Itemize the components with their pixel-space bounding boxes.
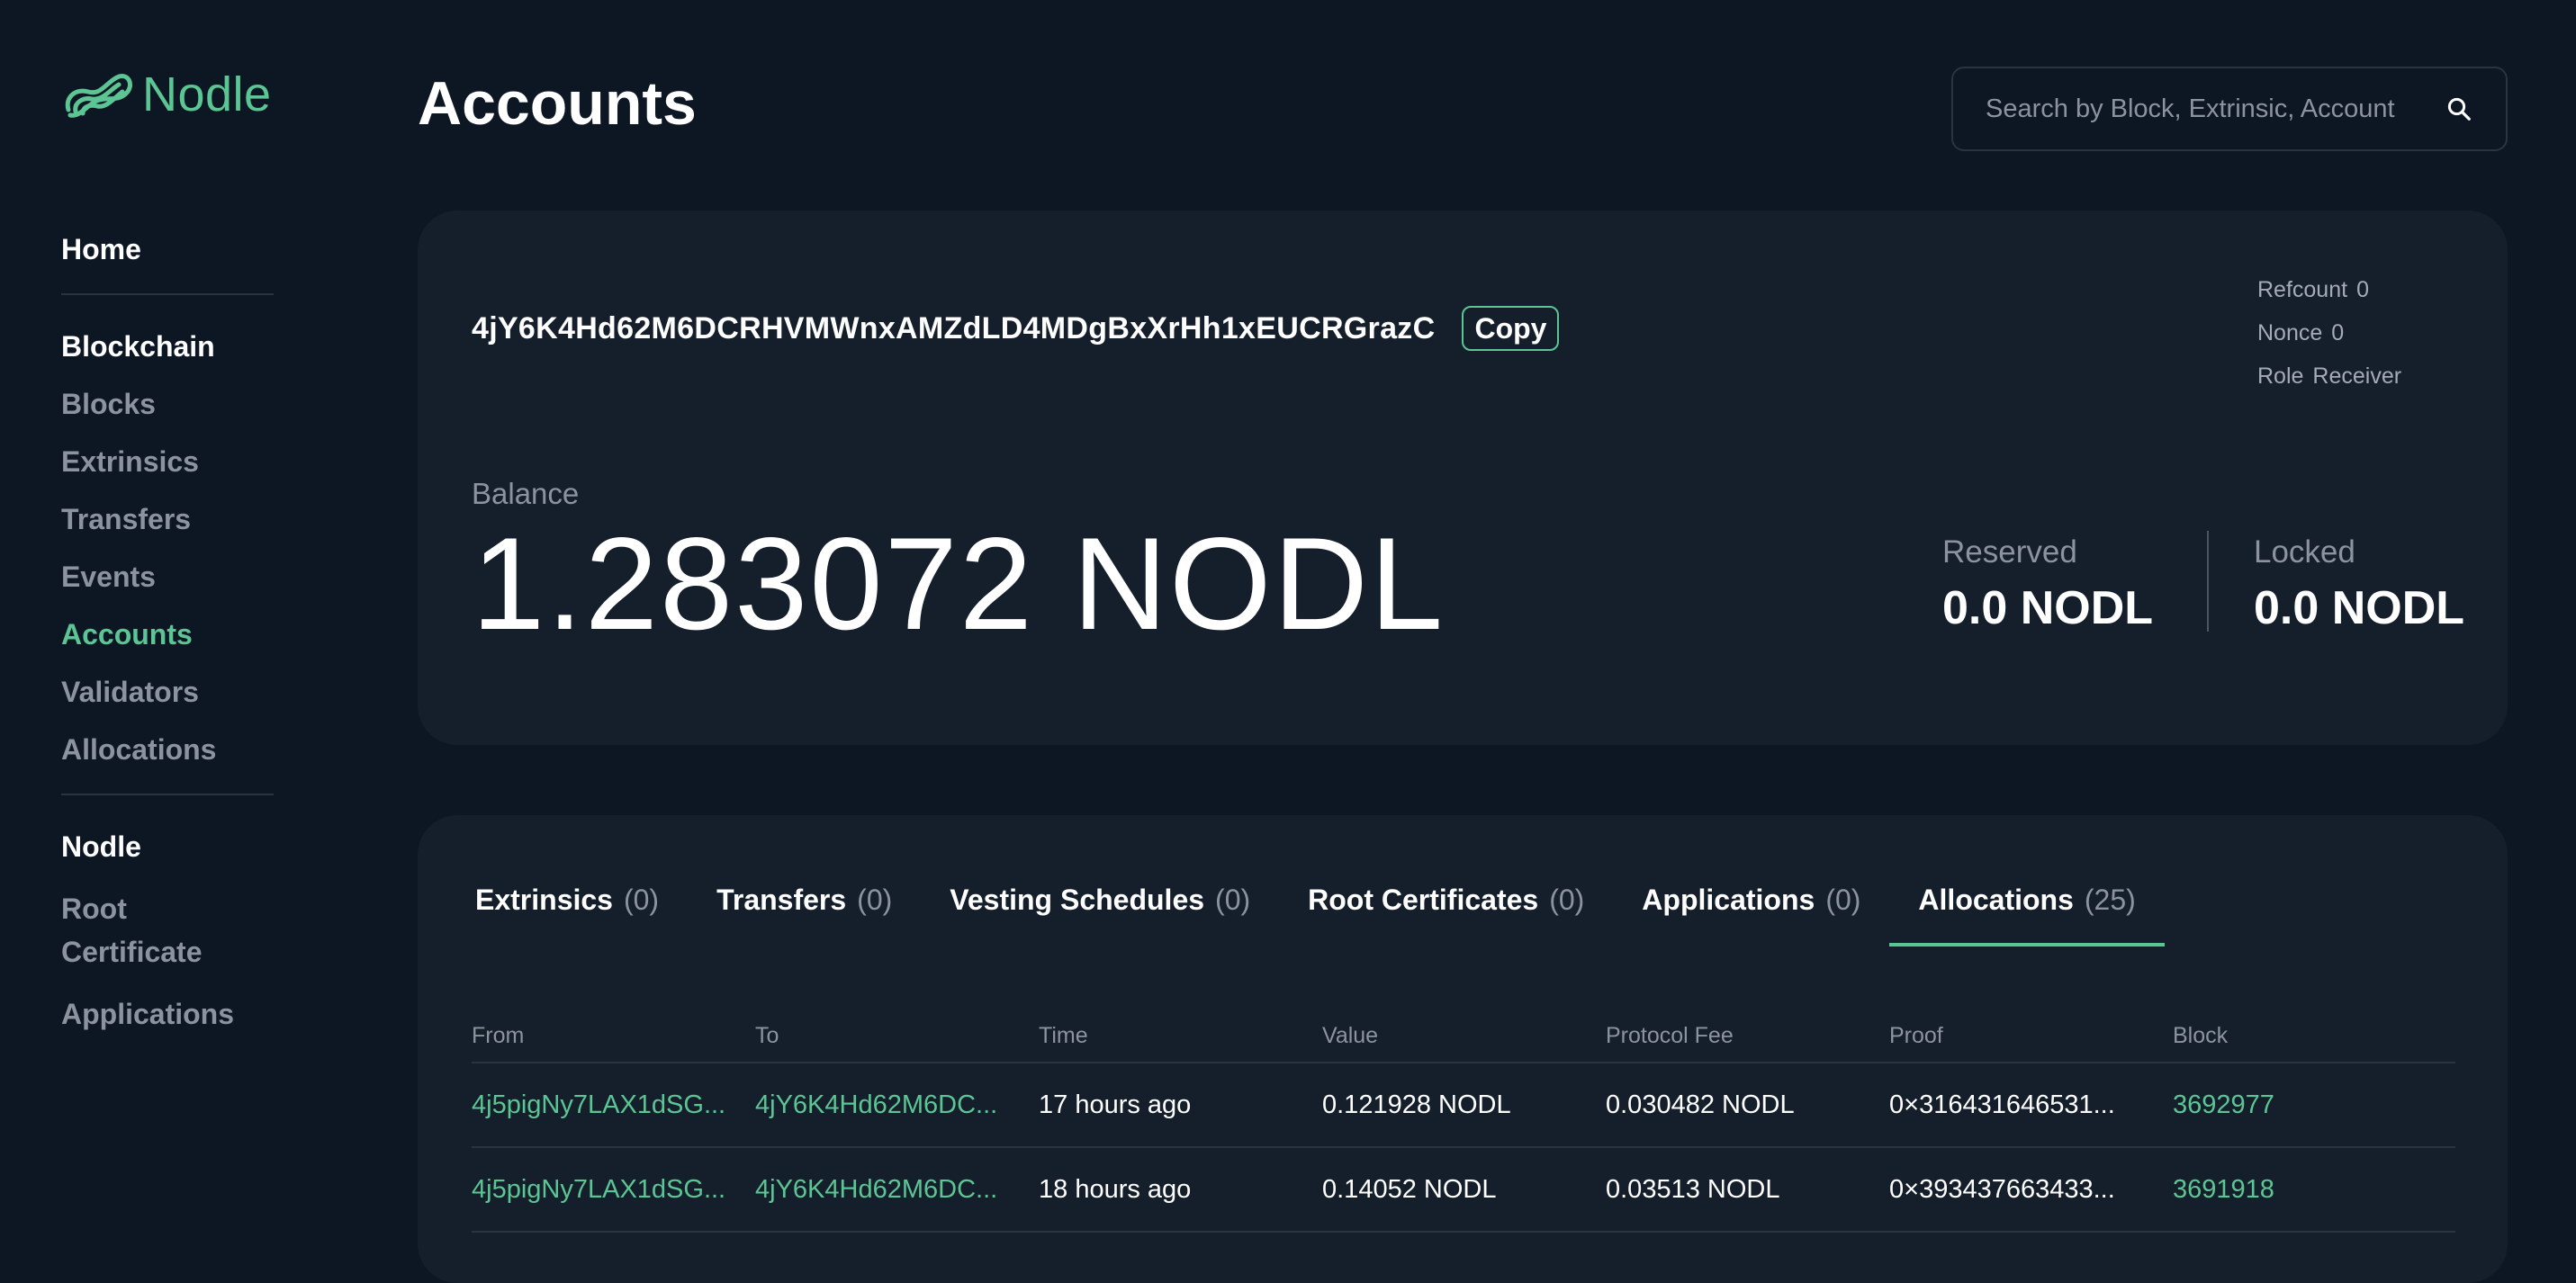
tab-transfers[interactable]: Transfers (0) [688,873,921,947]
page-title: Accounts [418,69,697,138]
nav-item-blocks[interactable]: Blocks [61,387,274,421]
reserved-value: 0.0 NODL [1942,582,2154,634]
table-row: 4j5pigNy7LAX1dSG... 4jY6K4Hd62M6DC... 18… [472,1147,2455,1232]
reserved-stat: Reserved 0.0 NODL [1942,534,2153,637]
nav-item-extrinsics[interactable]: Extrinsics [61,444,274,479]
protocol-fee-cell: 0.030482 NODL [1606,1090,1795,1119]
block-link[interactable]: 3691918 [2173,1147,2455,1232]
tab-label: Vesting Schedules [950,884,1205,916]
refcount-value: 0 [2356,277,2369,302]
account-details-card: Extrinsics (0) Transfers (0) Vesting Sched… [418,815,2508,1283]
table-header-row: From To Time Value Protocol Fee Proof Bl… [472,1009,2455,1063]
nav-item-allocations[interactable]: Allocations [61,732,274,767]
to-link[interactable]: 4jY6K4Hd62M6DC... [755,1063,1039,1147]
proof-cell: 0×316431646531... [1889,1090,2115,1119]
nav-home[interactable]: Home [61,232,274,266]
stat-divider [2207,531,2209,632]
value-cell: 0.121928 NODL [1322,1090,1511,1119]
from-link[interactable]: 4j5pigNy7LAX1dSG... [472,1063,755,1147]
search-box[interactable] [1951,67,2508,151]
nav-heading-blockchain: Blockchain [61,330,215,363]
tab-label: Allocations [1918,884,2074,916]
nav-item-accounts[interactable]: Accounts [61,617,274,651]
account-summary-card: 4jY6K4Hd62M6DCRHVMWnxAMZdLD4MDgBxXrHh1xE… [418,211,2508,745]
role-label: Role [2257,363,2304,389]
from-link[interactable]: 4j5pigNy7LAX1dSG... [472,1147,755,1232]
nav-item-applications[interactable]: Applications [61,997,274,1031]
time-cell: 17 hours ago [1039,1090,1192,1119]
search-icon[interactable] [2443,93,2475,125]
tab-count: (25) [2084,884,2136,916]
proof-cell: 0×393437663433... [1889,1174,2115,1204]
tab-root-certificates[interactable]: Root Certificates (0) [1279,873,1613,947]
nonce-row: Nonce 0 [2257,311,2401,354]
value-cell: 0.14052 NODL [1322,1174,1497,1204]
tab-count: (0) [1549,884,1585,916]
sidebar-nav: Home Blockchain Blocks Extrinsics Transf… [61,232,274,1054]
block-link[interactable]: 3692977 [2173,1063,2455,1147]
reserved-label: Reserved [1942,534,2077,570]
allocations-table: From To Time Value Protocol Fee Proof Bl… [472,1009,2455,1233]
brand-name: Nodle [142,67,272,121]
brand-logo[interactable]: Nodle [61,65,272,124]
column-header-proof: Proof [1889,1022,1943,1048]
address-row: 4jY6K4Hd62M6DCRHVMWnxAMZdLD4MDgBxXrHh1xE… [472,306,1560,351]
nav-item-transfers[interactable]: Transfers [61,502,274,536]
tab-label: Root Certificates [1308,884,1539,916]
tab-bar: Extrinsics (0) Transfers (0) Vesting Sched… [446,873,2166,947]
column-header-to: To [755,1022,779,1048]
nav-item-events[interactable]: Events [61,560,274,594]
tab-count: (0) [857,884,893,916]
locked-label: Locked [2254,534,2355,570]
locked-stat: Locked 0.0 NODL [2254,534,2464,637]
tab-label: Extrinsics [475,884,613,916]
column-header-time: Time [1039,1022,1088,1048]
balance-value: 1.283072 NODL [472,510,1446,657]
column-header-block: Block [2173,1022,2229,1048]
nav-item-validators[interactable]: Validators [61,675,274,709]
copy-address-button[interactable]: Copy [1462,306,1560,351]
nav-divider [61,293,274,295]
search-input[interactable] [1984,93,2443,125]
tab-count: (0) [1215,884,1251,916]
refcount-label: Refcount [2257,277,2348,302]
tab-vesting-schedules[interactable]: Vesting Schedules (0) [921,873,1279,947]
column-header-protocol-fee: Protocol Fee [1606,1022,1734,1048]
tab-extrinsics[interactable]: Extrinsics (0) [446,873,688,947]
balance-label: Balance [472,477,580,510]
tab-count: (0) [1825,884,1861,916]
account-meta: Refcount 0 Nonce 0 Role Receiver [2257,268,2401,398]
to-link[interactable]: 4jY6K4Hd62M6DC... [755,1147,1039,1232]
nonce-value: 0 [2331,320,2345,345]
role-row: Role Receiver [2257,354,2401,398]
protocol-fee-cell: 0.03513 NODL [1606,1174,1780,1204]
tab-applications[interactable]: Applications (0) [1613,873,1889,947]
nav-item-root-certificate[interactable]: Root Certificate [61,887,223,973]
locked-value: 0.0 NODL [2254,582,2465,634]
account-address: 4jY6K4Hd62M6DCRHVMWnxAMZdLD4MDgBxXrHh1xE… [472,310,1436,345]
role-value: Receiver [2312,363,2402,389]
nodle-logo-icon [65,74,132,118]
column-header-value: Value [1322,1022,1379,1048]
tab-allocations[interactable]: Allocations (25) [1889,873,2166,947]
tab-label: Transfers [716,884,847,916]
tab-label: Applications [1642,884,1815,916]
tab-count: (0) [623,884,660,916]
column-header-from: From [472,1022,525,1048]
refcount-row: Refcount 0 [2257,268,2401,311]
nonce-label: Nonce [2257,320,2323,345]
nav-heading-nodle: Nodle [61,830,141,863]
table-row: 4j5pigNy7LAX1dSG... 4jY6K4Hd62M6DC... 17… [472,1063,2455,1147]
nav-divider [61,794,274,795]
time-cell: 18 hours ago [1039,1174,1192,1204]
